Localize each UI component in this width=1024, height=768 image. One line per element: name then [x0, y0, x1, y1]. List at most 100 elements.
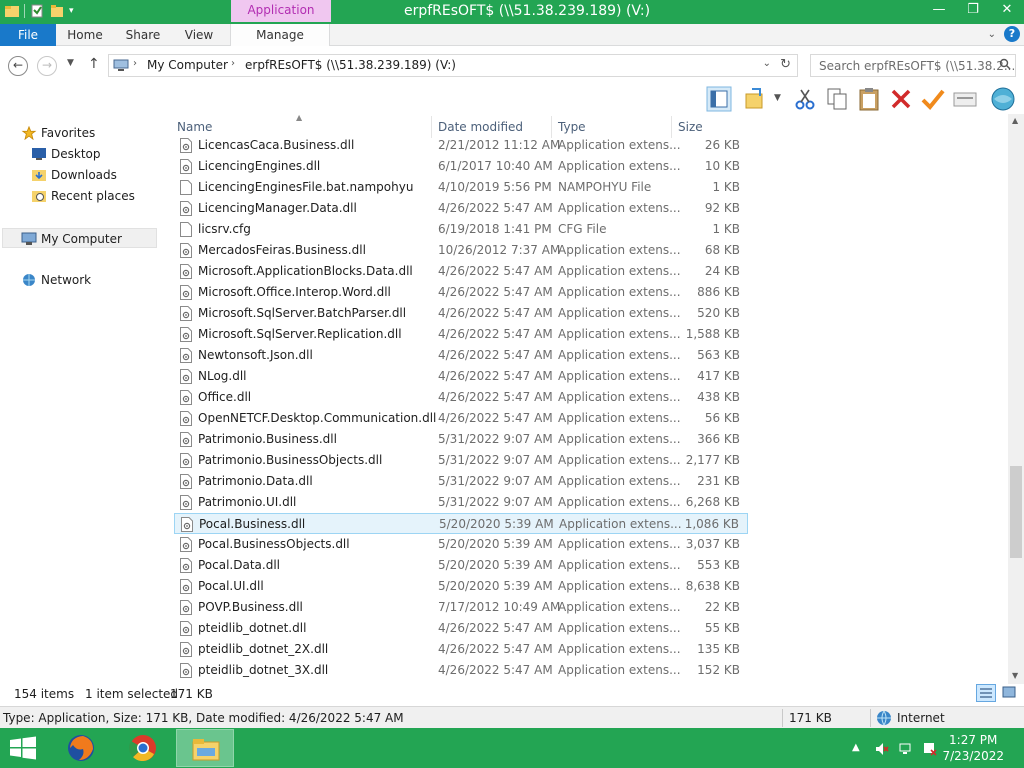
- scroll-up-icon[interactable]: ▲: [1012, 116, 1018, 125]
- file-type: Application extens...: [558, 411, 681, 425]
- action-center-icon[interactable]: [922, 741, 938, 757]
- large-icons-view-icon[interactable]: [1000, 684, 1018, 702]
- table-row[interactable]: Microsoft.SqlServer.BatchParser.dll 4/26/…: [174, 303, 748, 324]
- cut-icon[interactable]: [792, 86, 818, 112]
- help-icon[interactable]: ?: [1004, 26, 1020, 42]
- dll-file-icon: [180, 600, 192, 615]
- column-header-name[interactable]: Name: [177, 120, 212, 134]
- file-type: Application extens...: [558, 264, 681, 278]
- table-row[interactable]: Pocal.Business.dll 5/20/2020 5:39 AM Appli…: [174, 513, 748, 534]
- table-row[interactable]: Microsoft.SqlServer.Replication.dll 4/26/…: [174, 324, 748, 345]
- tab-view[interactable]: View: [174, 24, 224, 46]
- table-row[interactable]: Patrimonio.UI.dll 5/31/2022 9:07 AM Applic…: [174, 492, 748, 513]
- globe-icon[interactable]: [990, 86, 1016, 112]
- table-row[interactable]: NLog.dll 4/26/2022 5:47 AM Application ext…: [174, 366, 748, 387]
- search-input[interactable]: Search erpfREsOFT$ (\\51.38.2...: [810, 54, 1016, 77]
- table-row[interactable]: Newtonsoft.Json.dll 4/26/2022 5:47 AM Appl…: [174, 345, 748, 366]
- file-name: LicencingEnginesFile.bat.nampohyu: [198, 180, 414, 194]
- up-button[interactable]: ↑: [88, 56, 100, 72]
- column-header-date[interactable]: Date modified: [438, 120, 523, 134]
- tab-file[interactable]: File: [0, 24, 56, 46]
- file-name: Pocal.BusinessObjects.dll: [198, 537, 350, 551]
- dll-file-icon: [180, 285, 192, 300]
- address-chevron-icon[interactable]: ›: [133, 58, 137, 69]
- back-button[interactable]: ←: [8, 56, 28, 76]
- move-to-dropdown-icon[interactable]: ▼: [774, 93, 781, 103]
- internet-zone-icon: [877, 710, 891, 726]
- chrome-taskbar-button[interactable]: [114, 729, 172, 767]
- column-header-size[interactable]: Size: [678, 120, 703, 134]
- tab-home[interactable]: Home: [60, 24, 110, 46]
- nav-desktop[interactable]: Desktop: [32, 144, 101, 164]
- table-row[interactable]: OpenNETCF.Desktop.Communication.dll 4/26/…: [174, 408, 748, 429]
- expand-ribbon-icon[interactable]: ⌄: [988, 29, 996, 40]
- table-row[interactable]: Microsoft.Office.Interop.Word.dll 4/26/20…: [174, 282, 748, 303]
- file-explorer-taskbar-button[interactable]: [176, 729, 234, 767]
- recent-locations-icon[interactable]: ▼: [67, 58, 74, 68]
- address-chevron-icon[interactable]: ›: [231, 58, 235, 69]
- nav-my-computer[interactable]: My Computer: [2, 228, 157, 248]
- forward-button[interactable]: →: [37, 56, 57, 76]
- minimize-button[interactable]: —: [922, 0, 956, 22]
- properties-bar-icon[interactable]: [952, 86, 978, 112]
- maximize-button[interactable]: ❐: [956, 0, 990, 22]
- file-size: 68 KB: [704, 243, 740, 257]
- table-row[interactable]: Patrimonio.Data.dll 5/31/2022 9:07 AM Appl…: [174, 471, 748, 492]
- system-clock[interactable]: 1:27 PM 7/23/2022: [942, 732, 1004, 764]
- dll-file-icon: [180, 474, 192, 489]
- network-tray-icon[interactable]: [898, 741, 914, 757]
- dll-file-icon: [180, 201, 192, 216]
- close-button[interactable]: ✕: [990, 0, 1024, 22]
- dll-file-icon: [180, 663, 192, 678]
- firefox-taskbar-button[interactable]: [52, 729, 110, 767]
- volume-muted-icon[interactable]: [874, 741, 890, 757]
- tab-manage[interactable]: Manage: [230, 24, 330, 46]
- table-row[interactable]: Patrimonio.Business.dll 5/31/2022 9:07 AM…: [174, 429, 748, 450]
- table-row[interactable]: Microsoft.ApplicationBlocks.Data.dll 4/26…: [174, 261, 748, 282]
- copy-icon[interactable]: [824, 86, 850, 112]
- table-row[interactable]: pteidlib_dotnet.dll 4/26/2022 5:47 AM Appl…: [174, 618, 748, 639]
- address-bar[interactable]: › My Computer › erpfREsOFT$ (\\51.38.239…: [108, 54, 798, 77]
- file-size: 92 KB: [704, 201, 740, 215]
- table-row[interactable]: Pocal.BusinessObjects.dll 5/20/2020 5:39 …: [174, 534, 748, 555]
- table-row[interactable]: pteidlib_dotnet_2X.dll 4/26/2022 5:47 AM A…: [174, 639, 748, 660]
- selection-count: 1 item selected: [85, 687, 179, 701]
- address-dropdown-icon[interactable]: ⌄: [763, 58, 771, 69]
- table-row[interactable]: LicencingEnginesFile.bat.nampohyu 4/10/20…: [174, 177, 748, 198]
- tab-share[interactable]: Share: [118, 24, 168, 46]
- details-view-icon[interactable]: [976, 684, 996, 702]
- scroll-down-icon[interactable]: ▼: [1012, 671, 1018, 680]
- table-row[interactable]: Patrimonio.BusinessObjects.dll 5/31/2022 …: [174, 450, 748, 471]
- table-row[interactable]: pteidlib_dotnet_3X.dll 4/26/2022 5:47 AM A…: [174, 660, 748, 681]
- windows-start-icon[interactable]: [8, 736, 38, 760]
- file-type: Application extens...: [558, 663, 681, 677]
- show-hidden-icons-icon[interactable]: ▲: [852, 742, 860, 753]
- refresh-icon[interactable]: ↻: [780, 57, 791, 72]
- paste-icon[interactable]: [856, 86, 882, 112]
- vertical-scrollbar[interactable]: ▲ ▼: [1008, 114, 1024, 684]
- table-row[interactable]: LicencingManager.Data.dll 4/26/2022 5:47 …: [174, 198, 748, 219]
- nav-recent-places[interactable]: Recent places: [32, 186, 135, 206]
- file-name: pteidlib_dotnet_3X.dll: [198, 663, 329, 677]
- nav-network[interactable]: Network: [23, 270, 91, 290]
- preview-pane-icon[interactable]: [706, 86, 732, 112]
- move-to-icon[interactable]: [742, 86, 768, 112]
- address-segment-computer[interactable]: My Computer: [147, 58, 228, 72]
- address-segment-drive[interactable]: erpfREsOFT$ (\\51.38.239.189) (V:): [245, 58, 456, 72]
- navigation-pane: Favorites Desktop Downloads Recent place…: [0, 114, 170, 684]
- nav-favorites[interactable]: Favorites: [21, 123, 95, 143]
- table-row[interactable]: MercadosFeiras.Business.dll 10/26/2012 7:…: [174, 240, 748, 261]
- table-row[interactable]: LicencingEngines.dll 6/1/2017 10:40 AM App…: [174, 156, 748, 177]
- scrollbar-thumb[interactable]: [1010, 466, 1022, 558]
- table-row[interactable]: Pocal.Data.dll 5/20/2020 5:39 AM Applicati…: [174, 555, 748, 576]
- table-row[interactable]: LicencasCaca.Business.dll 2/21/2012 11:12…: [174, 135, 748, 156]
- table-row[interactable]: Pocal.UI.dll 5/20/2020 5:39 AM Application…: [174, 576, 748, 597]
- rename-check-icon[interactable]: [920, 86, 946, 112]
- table-row[interactable]: Office.dll 4/26/2022 5:47 AM Application e…: [174, 387, 748, 408]
- table-row[interactable]: POVP.Business.dll 7/17/2012 10:49 AM Appli…: [174, 597, 748, 618]
- table-row[interactable]: licsrv.cfg 6/19/2018 1:41 PM CFG File 1 KB: [174, 219, 748, 240]
- file-size: 553 KB: [697, 558, 740, 572]
- column-header-type[interactable]: Type: [558, 120, 586, 134]
- nav-downloads[interactable]: Downloads: [32, 165, 117, 185]
- delete-icon[interactable]: [888, 86, 914, 112]
